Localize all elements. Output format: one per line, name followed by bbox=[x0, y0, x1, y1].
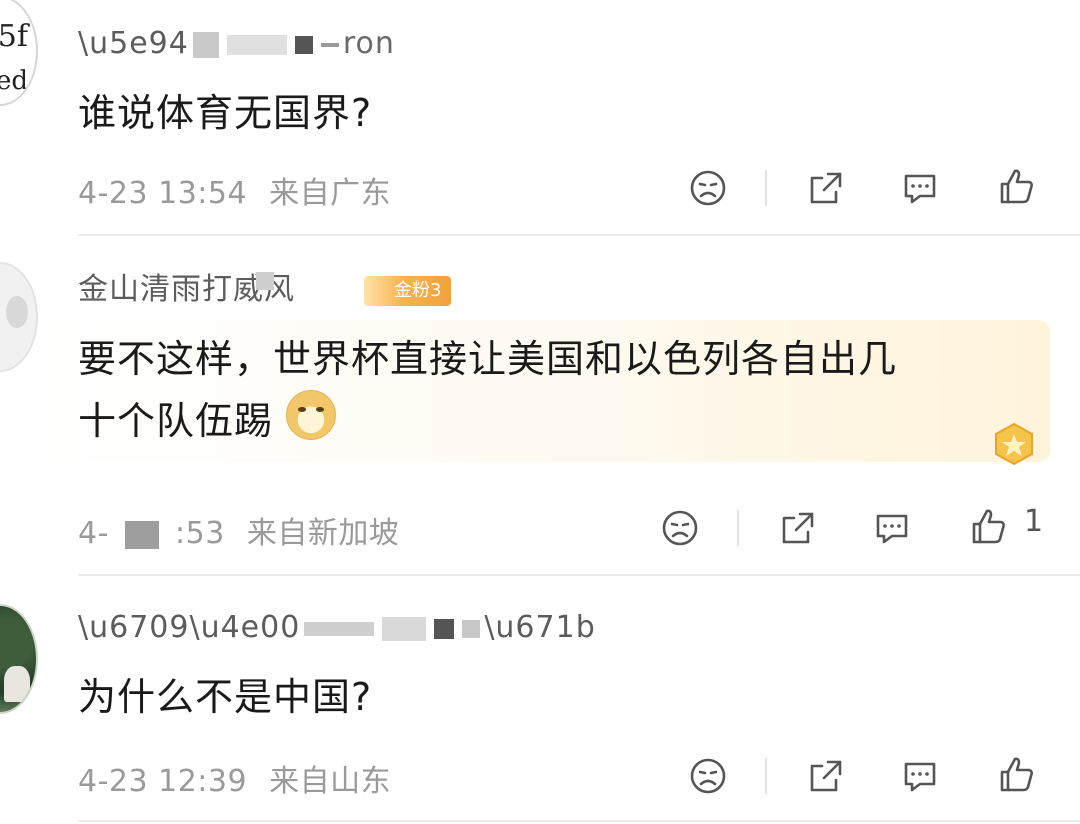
like-button[interactable] bbox=[996, 754, 1036, 794]
separator bbox=[765, 170, 767, 206]
dislike-face-icon[interactable] bbox=[628, 166, 672, 210]
dislike-button[interactable] bbox=[660, 508, 700, 548]
username[interactable]: 金山清雨打威风 bbox=[78, 268, 348, 303]
comment-location: 来自新加坡 bbox=[246, 516, 400, 551]
reply-button[interactable] bbox=[900, 756, 940, 796]
share-button[interactable] bbox=[806, 756, 846, 796]
dislike-face-icon bbox=[662, 510, 698, 546]
comment-text-line2: 十个队伍踢 bbox=[78, 390, 897, 452]
doge-emoji-icon bbox=[286, 390, 337, 440]
share-button[interactable] bbox=[778, 508, 818, 548]
separator bbox=[737, 510, 739, 546]
dislike-face-icon bbox=[690, 758, 726, 794]
like-button[interactable]: 1 bbox=[968, 504, 1048, 550]
like-count: 1 bbox=[1024, 504, 1044, 539]
dislike-button[interactable] bbox=[688, 168, 728, 208]
dislike-face-icon bbox=[690, 170, 726, 206]
divider bbox=[78, 234, 1080, 236]
comment-text: 要不这样，世界杯直接让美国和以色列各自出几 十个队伍踢 bbox=[78, 328, 897, 452]
badge-label: 金粉3 bbox=[394, 280, 442, 301]
like-icon bbox=[1000, 757, 1033, 792]
share-icon bbox=[810, 760, 842, 792]
share-button[interactable] bbox=[806, 168, 846, 208]
medal-badge-icon bbox=[995, 422, 1033, 466]
comment-time: 4-23 13:54 bbox=[78, 176, 248, 211]
dislike-button[interactable] bbox=[688, 756, 728, 796]
divider bbox=[78, 820, 1080, 822]
avatar[interactable] bbox=[0, 262, 38, 372]
comment-location: 来自广东 bbox=[269, 176, 392, 211]
like-icon bbox=[972, 509, 1005, 544]
reply-button[interactable] bbox=[872, 508, 912, 548]
like-icon bbox=[1000, 169, 1033, 204]
comment-location: 来自山东 bbox=[269, 764, 392, 799]
comment-text: 谁说体育无国界? bbox=[78, 91, 373, 135]
avatar[interactable] bbox=[0, 604, 38, 714]
share-icon bbox=[782, 512, 814, 544]
comment-time: 4- :53 bbox=[78, 516, 225, 551]
reply-icon bbox=[904, 174, 936, 204]
like-button[interactable] bbox=[996, 166, 1036, 206]
share-icon bbox=[810, 172, 842, 204]
comment-time: 4-23 12:39 bbox=[78, 764, 248, 799]
reply-icon bbox=[904, 762, 936, 792]
separator bbox=[765, 758, 767, 794]
avatar-text: \u6c5f bbox=[0, 19, 28, 54]
avatar[interactable]: \u6c5f \u56ed bbox=[0, 0, 38, 106]
username[interactable]: \u5e94 ron bbox=[78, 26, 395, 61]
reply-button[interactable] bbox=[900, 168, 940, 208]
comment-text: 为什么不是中国? bbox=[78, 675, 373, 719]
comment-meta: 4-23 13:54 来自广东 bbox=[78, 168, 391, 212]
comment-meta: 4-23 12:39 来自山东 bbox=[78, 756, 391, 800]
avatar-text: \u56ed bbox=[0, 66, 28, 96]
username[interactable]: \u6709\u4e00 \u671b bbox=[78, 610, 596, 645]
divider bbox=[78, 574, 1080, 576]
username-blur bbox=[256, 272, 274, 290]
fan-badge[interactable]: 金粉3 bbox=[364, 276, 452, 306]
comment-text-line1: 要不这样，世界杯直接让美国和以色列各自出几 bbox=[78, 337, 898, 381]
reply-icon bbox=[876, 514, 908, 544]
comment-meta: 4- :53 来自新加坡 bbox=[78, 508, 399, 552]
